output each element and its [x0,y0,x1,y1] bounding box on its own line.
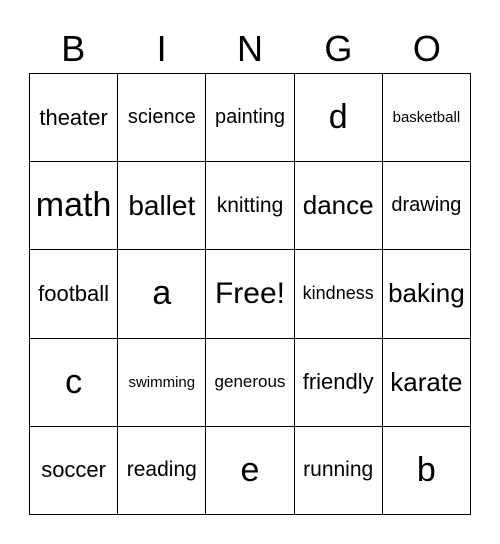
header-letter-b: B [61,28,86,69]
bingo-grid: theater science painting d basketball ma… [29,73,471,515]
bingo-cell[interactable]: e [206,426,295,515]
header-letter-o: O [412,28,441,69]
bingo-cell[interactable]: running [294,426,383,515]
header-letter-g: G [324,28,353,69]
bingo-cell[interactable]: dance [294,162,383,251]
bingo-cell[interactable]: theater [30,74,119,163]
bingo-cell[interactable]: knitting [206,162,295,251]
free-space-cell[interactable]: Free! [206,250,295,339]
bingo-cell[interactable]: math [30,162,119,251]
bingo-cell[interactable]: a [118,250,207,339]
bingo-cell[interactable]: reading [118,426,207,515]
bingo-cell[interactable]: baking [382,250,471,339]
bingo-cell[interactable]: d [294,74,383,163]
header-letter-n: N [237,28,264,69]
bingo-cell[interactable]: b [382,426,471,515]
bingo-cell[interactable]: science [118,74,207,163]
bingo-cell[interactable]: karate [382,338,471,427]
bingo-cell[interactable]: c [30,338,119,427]
header-letter-i: I [156,28,167,69]
bingo-cell[interactable]: football [30,250,119,339]
bingo-cell[interactable]: ballet [118,162,207,251]
bingo-cell[interactable]: generous [206,338,295,427]
bingo-cell[interactable]: basketball [382,74,471,163]
bingo-header: B I N G O [29,26,471,72]
bingo-cell[interactable]: soccer [30,426,119,515]
bingo-cell[interactable]: swimming [118,338,207,427]
bingo-cell[interactable]: friendly [294,338,383,427]
bingo-cell[interactable]: painting [206,74,295,163]
bingo-cell[interactable]: kindness [294,250,383,339]
bingo-cell[interactable]: drawing [382,162,471,251]
